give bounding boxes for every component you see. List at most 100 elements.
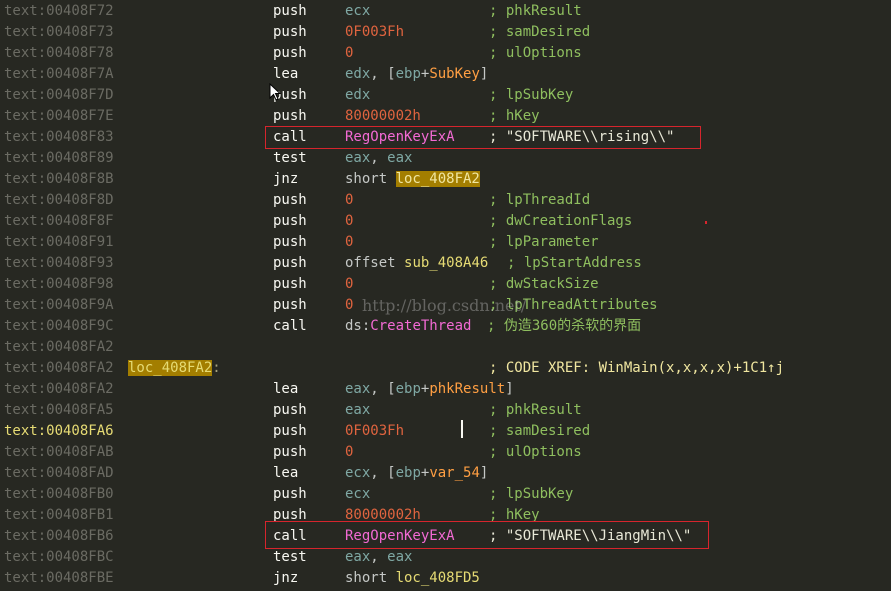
address[interactable]: text:00408F73: [4, 22, 114, 43]
address[interactable]: text:00408FA2: [4, 358, 114, 379]
address[interactable]: text:00408F7E: [4, 106, 114, 127]
operands[interactable]: 0: [345, 211, 353, 232]
mnemonic[interactable]: push: [273, 22, 307, 43]
operands[interactable]: 0F003Fh: [345, 22, 404, 43]
address[interactable]: text:00408F9C: [4, 316, 114, 337]
listing-line[interactable]: text:00408FBE jnz short loc_408FD5: [0, 568, 891, 589]
listing-line[interactable]: text:00408F8F push 0 ; dwCreationFlags: [0, 211, 891, 232]
address[interactable]: text:00408FB1: [4, 505, 114, 526]
mnemonic[interactable]: push: [273, 232, 307, 253]
address[interactable]: text:00408F7D: [4, 85, 114, 106]
listing-line[interactable]: text:00408FA5 push eax ; phkResult: [0, 400, 891, 421]
address[interactable]: text:00408FAD: [4, 463, 114, 484]
address[interactable]: text:00408F8D: [4, 190, 114, 211]
operands[interactable]: eax, [ebp+phkResult]: [345, 379, 514, 400]
mnemonic[interactable]: push: [273, 211, 307, 232]
mnemonic[interactable]: test: [273, 148, 307, 169]
listing-line[interactable]: text:00408FB0 push ecx ; lpSubKey: [0, 484, 891, 505]
mnemonic[interactable]: test: [273, 547, 307, 568]
listing-line[interactable]: text:00408F89 test eax, eax: [0, 148, 891, 169]
mnemonic[interactable]: jnz: [273, 568, 298, 589]
operands[interactable]: edx: [345, 85, 370, 106]
listing-line[interactable]: text:00408FA2 loc_408FA2: ; CODE XREF: Win…: [0, 358, 891, 379]
address[interactable]: text:00408F83: [4, 127, 114, 148]
listing-line[interactable]: text:00408FA2: [0, 337, 891, 358]
mnemonic[interactable]: push: [273, 421, 307, 442]
operands[interactable]: 0F003Fh: [345, 421, 404, 442]
operands[interactable]: 80000002h: [345, 106, 421, 127]
address[interactable]: text:00408F9A: [4, 295, 114, 316]
address[interactable]: text:00408F72: [4, 1, 114, 22]
mnemonic[interactable]: push: [273, 484, 307, 505]
listing-line[interactable]: text:00408FAD lea ecx, [ebp+var_54]: [0, 463, 891, 484]
mnemonic[interactable]: push: [273, 43, 307, 64]
address[interactable]: text:00408FBE: [4, 568, 114, 589]
listing-line[interactable]: text:00408F78 push 0 ; ulOptions: [0, 43, 891, 64]
address[interactable]: text:00408F98: [4, 274, 114, 295]
listing-line[interactable]: text:00408F8D push 0 ; lpThreadId: [0, 190, 891, 211]
mnemonic[interactable]: push: [273, 190, 307, 211]
operands[interactable]: ecx: [345, 1, 370, 22]
address[interactable]: text:00408F89: [4, 148, 114, 169]
mnemonic[interactable]: lea: [273, 379, 298, 400]
operands[interactable]: offset sub_408A46: [345, 253, 488, 274]
listing-line[interactable]: text:00408F7A lea edx, [ebp+SubKey]: [0, 64, 891, 85]
mnemonic[interactable]: jnz: [273, 169, 298, 190]
address[interactable]: text:00408F8F: [4, 211, 114, 232]
listing-line[interactable]: text:00408F91 push 0 ; lpParameter: [0, 232, 891, 253]
code-label[interactable]: loc_408FA2:: [128, 358, 221, 379]
mnemonic[interactable]: call: [273, 316, 307, 337]
mnemonic[interactable]: push: [273, 274, 307, 295]
listing-line[interactable]: text:00408F73 push 0F003Fh ; samDesired: [0, 22, 891, 43]
listing-line[interactable]: text:00408F8B jnz short loc_408FA2: [0, 169, 891, 190]
comment: ; dwCreationFlags: [489, 213, 633, 229]
address[interactable]: text:00408FA2: [4, 337, 114, 358]
address[interactable]: text:00408F8B: [4, 169, 114, 190]
operands[interactable]: ecx, [ebp+var_54]: [345, 463, 488, 484]
operands[interactable]: eax, eax: [345, 547, 412, 568]
operands[interactable]: 0: [345, 274, 353, 295]
red-mark: [705, 221, 707, 224]
operands[interactable]: ecx: [345, 484, 370, 505]
listing-line[interactable]: text:00408F93 push offset sub_408A46 ; lpSt…: [0, 253, 891, 274]
listing-line[interactable]: text:00408FA2 lea eax, [ebp+phkResult]: [0, 379, 891, 400]
operands[interactable]: 0: [345, 295, 353, 316]
address[interactable]: text:00408F78: [4, 43, 114, 64]
operands[interactable]: eax, eax: [345, 148, 412, 169]
address[interactable]: text:00408F93: [4, 253, 114, 274]
listing-line[interactable]: text:00408F72 push ecx ; phkResult: [0, 1, 891, 22]
address[interactable]: text:00408F91: [4, 232, 114, 253]
operands[interactable]: short loc_408FA2: [345, 169, 480, 190]
address[interactable]: text:00408FB0: [4, 484, 114, 505]
mnemonic[interactable]: push: [273, 295, 307, 316]
address[interactable]: text:00408FA5: [4, 400, 114, 421]
operands[interactable]: ds:CreateThread: [345, 316, 471, 337]
operands[interactable]: 0: [345, 442, 353, 463]
operands[interactable]: 0: [345, 190, 353, 211]
operands[interactable]: 0: [345, 232, 353, 253]
listing-line[interactable]: text:00408FAB push 0 ; ulOptions: [0, 442, 891, 463]
address[interactable]: text:00408FB6: [4, 526, 114, 547]
address[interactable]: text:00408FBC: [4, 547, 114, 568]
operands[interactable]: edx, [ebp+SubKey]: [345, 64, 488, 85]
address[interactable]: text:00408FA2: [4, 379, 114, 400]
address[interactable]: text:00408FA6: [4, 421, 114, 442]
listing-line[interactable]: text:00408FA6 push 0F003Fh ; samDesired: [0, 421, 891, 442]
listing-line[interactable]: text:00408F7E push 80000002h ; hKey: [0, 106, 891, 127]
mnemonic[interactable]: push: [273, 1, 307, 22]
listing-line[interactable]: text:00408F98 push 0 ; dwStackSize: [0, 274, 891, 295]
address[interactable]: text:00408F7A: [4, 64, 114, 85]
mnemonic[interactable]: lea: [273, 64, 298, 85]
operands[interactable]: eax: [345, 400, 370, 421]
listing-line[interactable]: text:00408FBC test eax, eax: [0, 547, 891, 568]
listing-line[interactable]: text:00408F9C call ds:CreateThread ; 伪造360的…: [0, 316, 891, 337]
mnemonic[interactable]: push: [273, 106, 307, 127]
operands[interactable]: short loc_408FD5: [345, 568, 480, 589]
address[interactable]: text:00408FAB: [4, 442, 114, 463]
mnemonic[interactable]: push: [273, 253, 307, 274]
mnemonic[interactable]: push: [273, 442, 307, 463]
operands[interactable]: 0: [345, 43, 353, 64]
mnemonic[interactable]: push: [273, 400, 307, 421]
listing-line[interactable]: text:00408F7D push edx; lpSubKey: [0, 85, 891, 106]
mnemonic[interactable]: lea: [273, 463, 298, 484]
